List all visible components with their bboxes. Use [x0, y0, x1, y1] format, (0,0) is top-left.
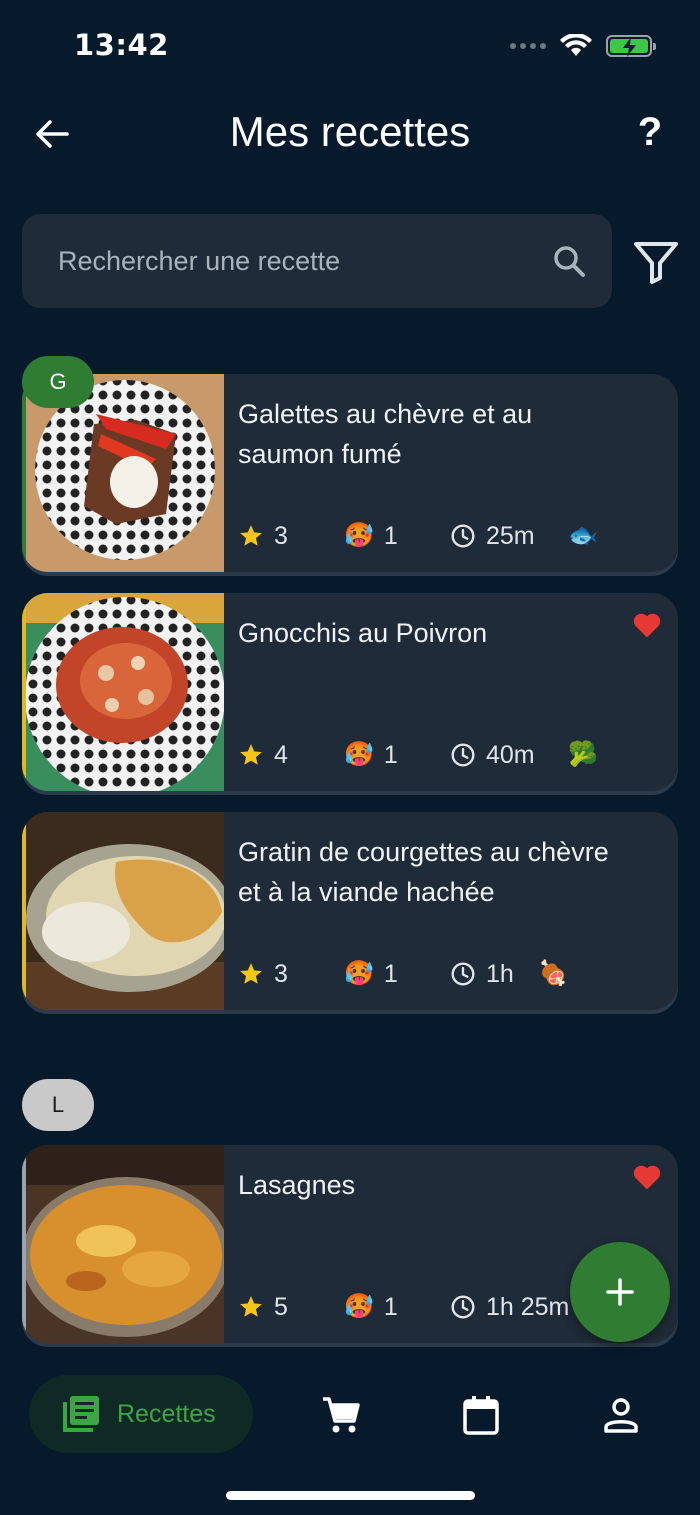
add-recipe-button[interactable]	[570, 1242, 670, 1342]
rating: 3	[238, 518, 288, 554]
hot-face-icon: 🥵	[344, 522, 374, 549]
wifi-icon	[560, 34, 592, 56]
heart-icon[interactable]	[632, 1163, 662, 1191]
time-value: 25m	[486, 521, 535, 550]
status-time: 13:42	[74, 28, 169, 62]
difficulty: 🥵 1	[344, 956, 398, 992]
difficulty-value: 1	[383, 1292, 398, 1321]
recipe-photo	[26, 812, 224, 1010]
star-icon	[240, 744, 262, 765]
cellular-signal-icon	[510, 43, 546, 49]
help-button[interactable]: ?	[628, 110, 672, 155]
star-icon	[240, 1296, 262, 1317]
recipe-card[interactable]: Galettes au chèvre et au saumon fumé 3 🥵…	[22, 374, 678, 572]
recipe-photo	[26, 1145, 224, 1343]
clock-icon	[451, 743, 475, 767]
section-letter-badge: G	[22, 356, 94, 408]
recipe-card[interactable]: Gnocchis au Poivron 4 🥵 1 40m 🥦	[22, 593, 678, 791]
difficulty-value: 1	[383, 740, 398, 769]
search-icon[interactable]	[552, 244, 586, 278]
recipe-meta: 4 🥵 1 40m 🥦	[238, 737, 678, 773]
page-title: Mes recettes	[229, 108, 471, 155]
recipe-meta: 3 🥵 1 1h 🍖	[238, 956, 678, 992]
calendar-icon[interactable]	[461, 1395, 501, 1435]
rating: 4	[238, 737, 288, 773]
recipe-title: Gratin de courgettes au chèvre et à la v…	[238, 837, 609, 907]
recipe-title: Gnocchis au Poivron	[238, 618, 488, 648]
section-letter-badge: L	[22, 1079, 94, 1131]
time-value: 1h	[486, 959, 514, 988]
time-value: 1h 25m	[486, 1292, 570, 1321]
search-input[interactable]: Rechercher une recette	[22, 214, 612, 308]
heart-icon[interactable]	[632, 611, 662, 639]
prep-time: 25m	[450, 518, 535, 554]
broccoli-icon: 🥦	[568, 741, 598, 768]
status-icons	[510, 34, 656, 58]
clock-icon	[451, 1295, 475, 1319]
hot-face-icon: 🥵	[344, 960, 374, 987]
home-indicator	[226, 1491, 475, 1500]
difficulty: 🥵 1	[344, 1289, 398, 1325]
battery-icon	[606, 35, 656, 57]
recipe-photo	[26, 593, 224, 791]
rating-value: 5	[274, 1292, 288, 1321]
rating: 5	[238, 1289, 288, 1325]
hot-face-icon: 🥵	[344, 741, 374, 768]
difficulty: 🥵 1	[344, 737, 398, 773]
prep-time: 1h 25m	[450, 1289, 569, 1325]
rating-value: 4	[274, 740, 288, 769]
fish-icon: 🐟	[568, 522, 598, 549]
search-placeholder: Rechercher une recette	[58, 245, 341, 276]
difficulty: 🥵 1	[344, 518, 398, 554]
profile-icon[interactable]	[601, 1395, 641, 1435]
prep-time: 1h	[450, 956, 514, 992]
time-value: 40m	[486, 740, 535, 769]
recipe-title: Galettes au chèvre et au saumon fumé	[238, 399, 533, 469]
prep-time: 40m	[450, 737, 535, 773]
recipe-book-icon	[63, 1396, 99, 1432]
filter-icon[interactable]	[632, 238, 680, 286]
recipe-card[interactable]: Gratin de courgettes au chèvre et à la v…	[22, 812, 678, 1010]
rating-value: 3	[274, 959, 288, 988]
clock-icon	[451, 524, 475, 548]
clock-icon	[451, 962, 475, 986]
star-icon	[240, 525, 262, 546]
nav-recipes-label: Recettes	[117, 1399, 216, 1428]
shopping-cart-icon[interactable]	[321, 1395, 361, 1435]
star-icon	[240, 963, 262, 984]
difficulty-value: 1	[383, 521, 398, 550]
hot-face-icon: 🥵	[344, 1293, 374, 1320]
recipe-meta: 3 🥵 1 25m 🐟	[238, 518, 678, 554]
nav-recipes-tab[interactable]: Recettes	[29, 1375, 253, 1453]
rating-value: 3	[274, 521, 288, 550]
difficulty-value: 1	[383, 959, 398, 988]
rating: 3	[238, 956, 288, 992]
meat-icon: 🍖	[538, 960, 568, 987]
recipe-title: Lasagnes	[238, 1170, 356, 1200]
plus-icon	[606, 1278, 634, 1306]
